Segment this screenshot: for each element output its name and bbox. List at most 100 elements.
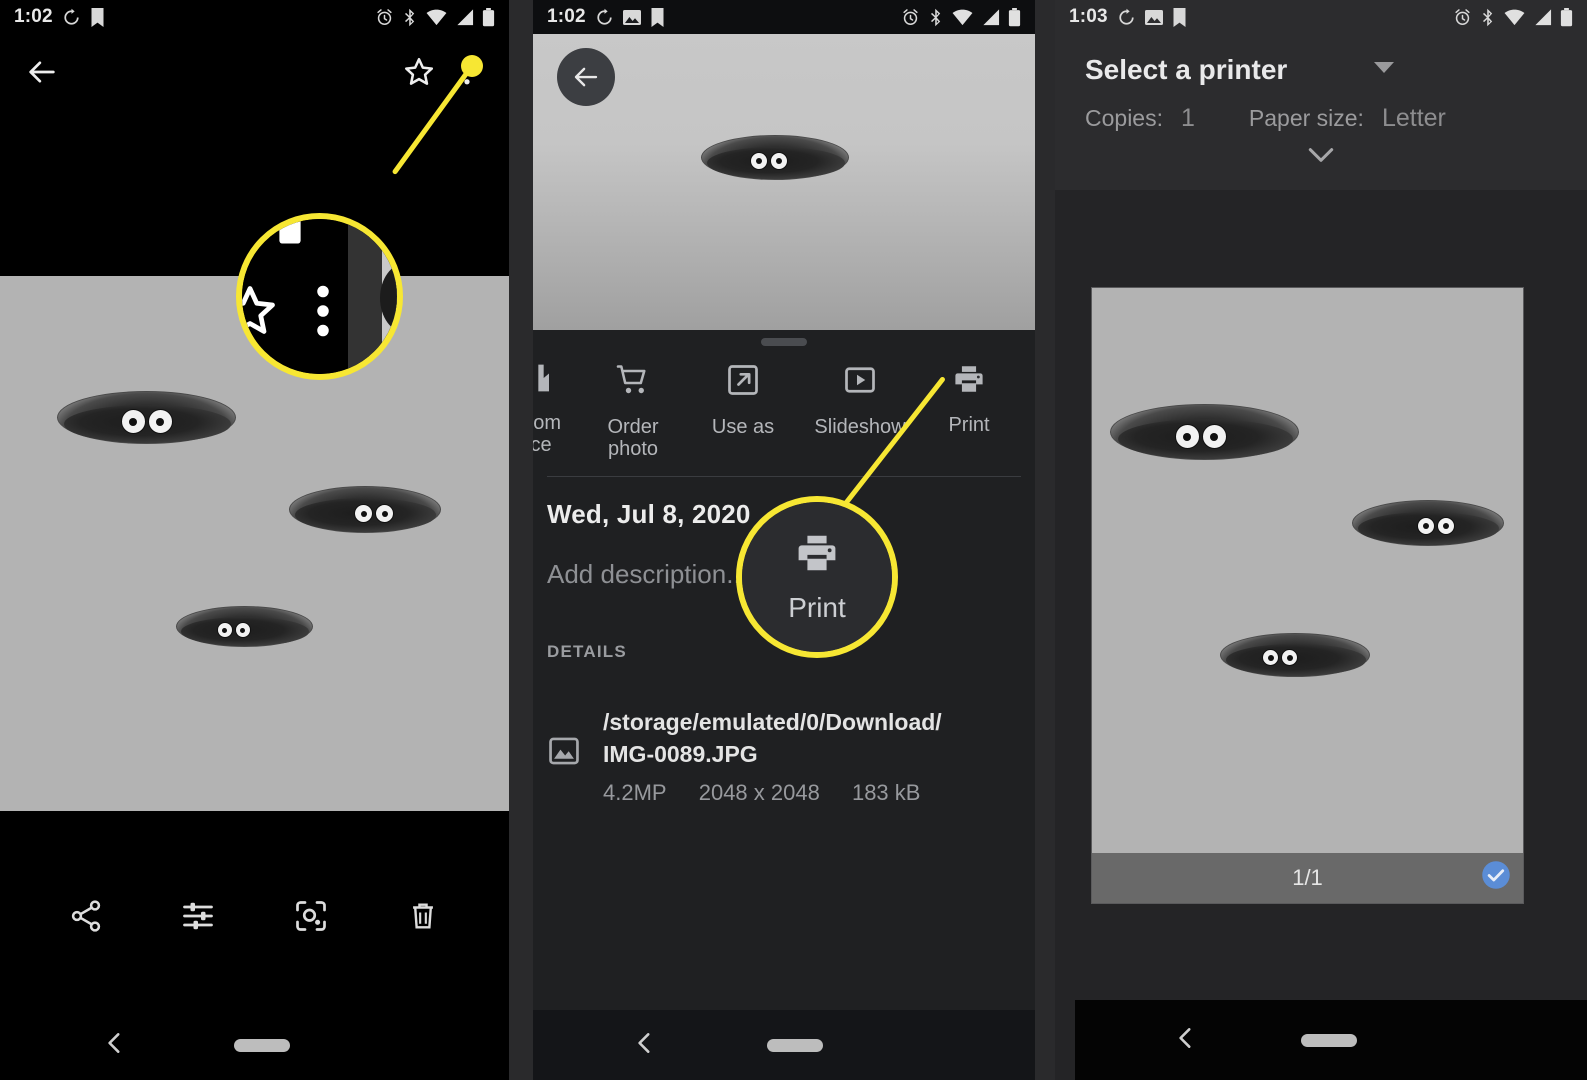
photo-action-bar xyxy=(0,861,509,971)
hole-illustration xyxy=(701,135,849,180)
delete-button[interactable] xyxy=(399,892,447,940)
bookmark-icon xyxy=(90,7,105,27)
star-outline-icon xyxy=(242,286,275,334)
paper-size-value[interactable]: Letter xyxy=(1382,104,1446,133)
print-preview-page[interactable]: 1/1 xyxy=(1092,288,1523,903)
system-navbar xyxy=(1075,1000,1587,1080)
printer-select-value: Select a printer xyxy=(1085,54,1288,85)
file-size: 183 kB xyxy=(851,780,921,805)
more-vertical-icon xyxy=(317,285,329,337)
expand-options-button[interactable] xyxy=(1085,145,1557,170)
back-button[interactable] xyxy=(18,48,66,96)
chevron-down-icon xyxy=(1308,148,1334,162)
magnifier-callout xyxy=(236,213,403,380)
lens-button[interactable] xyxy=(287,892,335,940)
hole-illustration xyxy=(176,606,313,647)
nav-back-icon xyxy=(638,1032,650,1053)
copies-value[interactable]: 1 xyxy=(1181,104,1195,133)
eye-right xyxy=(1201,424,1227,449)
status-right xyxy=(1453,7,1573,27)
action-order-photo[interactable]: Order photo xyxy=(579,362,687,460)
sync-icon xyxy=(595,8,614,27)
wifi-icon xyxy=(952,9,973,26)
nav-back-button[interactable] xyxy=(632,1030,658,1061)
nav-home-pill[interactable] xyxy=(767,1038,823,1052)
hole-illustration xyxy=(1220,633,1370,677)
action-print[interactable]: Print xyxy=(921,362,1017,436)
action-row: from ce Order photo Use as Slideshow Pri… xyxy=(533,346,1035,476)
nav-back-icon xyxy=(1179,1027,1191,1048)
favorite-button[interactable] xyxy=(395,48,443,96)
hole-illustration xyxy=(289,486,441,533)
eyes xyxy=(1262,649,1298,666)
trash-icon xyxy=(412,903,433,929)
action-label: from xyxy=(533,412,561,434)
nav-home-pill[interactable] xyxy=(234,1038,290,1052)
eyes xyxy=(120,409,173,434)
status-time: 1:02 xyxy=(14,6,53,27)
eye-left xyxy=(216,622,233,638)
signal-icon xyxy=(242,219,261,235)
alarm-icon xyxy=(901,8,920,27)
file-dimensions: 2048 x 2048 xyxy=(698,780,820,805)
callout-dot xyxy=(461,55,483,77)
bluetooth-icon xyxy=(1480,8,1496,27)
image-icon xyxy=(622,9,641,25)
system-navbar xyxy=(533,1010,1035,1080)
back-button[interactable] xyxy=(557,48,615,106)
file-name: IMG-0089.JPG xyxy=(603,741,758,767)
slideshow-icon xyxy=(845,367,875,393)
share-button[interactable] xyxy=(62,892,110,940)
copies-label: Copies: xyxy=(1085,105,1163,131)
printer-icon xyxy=(798,535,836,571)
page-indicator: 1/1 xyxy=(1292,865,1323,890)
status-bar: 1:02 xyxy=(533,0,1035,34)
eyes xyxy=(216,622,251,638)
eye-right xyxy=(770,152,789,170)
action-label-2: ce xyxy=(533,434,552,456)
eye-left xyxy=(354,504,374,523)
edit-button[interactable] xyxy=(174,892,222,940)
bluetooth-icon xyxy=(402,8,418,27)
action-add-from-device[interactable]: from ce xyxy=(533,362,573,456)
wifi-icon xyxy=(1504,9,1525,26)
chevron-down-icon xyxy=(1373,61,1395,80)
details-bottom-sheet: from ce Order photo Use as Slideshow Pri… xyxy=(533,330,1035,1080)
signal-icon xyxy=(455,8,474,26)
file-info-row[interactable]: /storage/emulated/0/Download/ IMG-0089.J… xyxy=(547,706,1021,806)
wifi-icon xyxy=(426,9,447,26)
paper-size-label: Paper size: xyxy=(1248,105,1364,131)
status-bar: 1:02 xyxy=(0,0,509,34)
bookmark-icon xyxy=(1172,7,1187,27)
printer-select-row[interactable]: Select a printer xyxy=(1085,54,1557,86)
panel-print-dialog: 1:03 Select a printer Copies: 1 Paper si… xyxy=(1055,0,1587,1080)
eyes xyxy=(1416,517,1455,535)
action-use-as[interactable]: Use as xyxy=(687,362,799,438)
nav-back-icon xyxy=(108,1032,120,1053)
star-outline-icon xyxy=(404,57,434,85)
check-circle-icon[interactable] xyxy=(1481,860,1511,896)
status-bar: 1:03 xyxy=(1055,0,1587,34)
battery-icon xyxy=(1008,7,1021,27)
eye-left xyxy=(1262,649,1279,666)
sheet-drag-handle[interactable] xyxy=(761,338,807,346)
nav-back-button[interactable] xyxy=(1173,1025,1199,1056)
nav-back-button[interactable] xyxy=(102,1030,128,1061)
bookmark-icon xyxy=(650,7,665,27)
printer-icon xyxy=(955,366,983,392)
file-specs: 4.2MP 2048 x 2048 183 kB xyxy=(603,780,946,806)
open-external-icon xyxy=(728,365,758,395)
bluetooth-icon xyxy=(928,8,944,27)
status-time: 1:03 xyxy=(1069,6,1108,27)
alarm-icon xyxy=(1453,8,1472,27)
signal-icon xyxy=(1533,8,1552,26)
action-label-2: photo xyxy=(607,438,659,460)
share-icon xyxy=(71,900,101,932)
battery-icon xyxy=(482,7,495,27)
hole-illustration xyxy=(57,391,236,444)
action-label: Order xyxy=(607,416,659,438)
photo-appbar xyxy=(0,34,509,110)
eye-right xyxy=(1436,517,1455,535)
nav-home-pill[interactable] xyxy=(1301,1033,1357,1047)
system-navbar xyxy=(0,1010,509,1080)
